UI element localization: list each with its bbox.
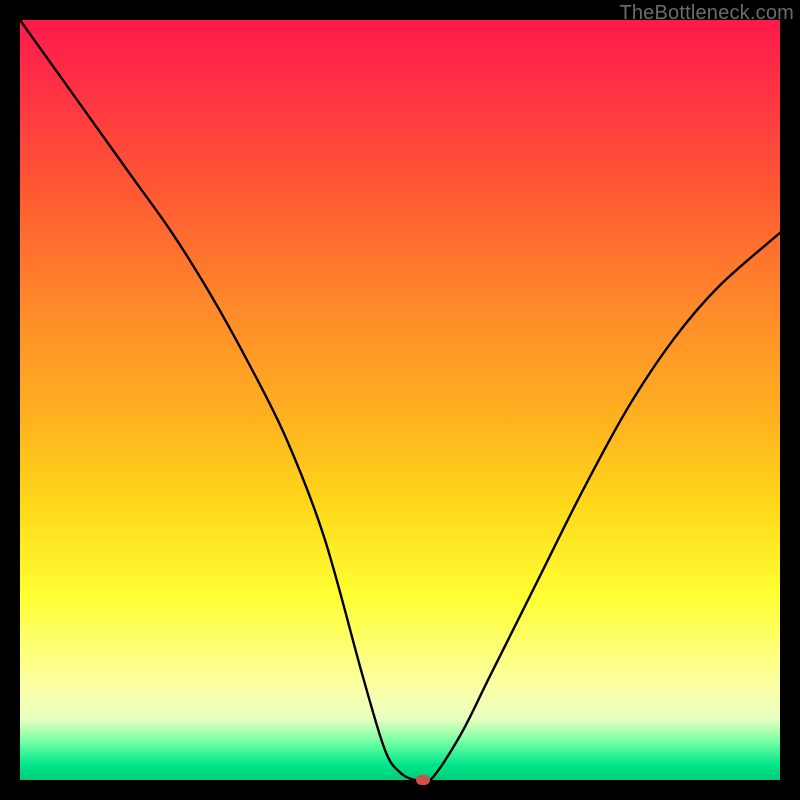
bottleneck-curve xyxy=(20,20,780,780)
watermark-text: TheBottleneck.com xyxy=(619,2,794,25)
curve-path xyxy=(20,20,780,780)
plot-area xyxy=(20,20,780,780)
chart-frame: TheBottleneck.com xyxy=(0,0,800,800)
optimum-marker xyxy=(416,775,430,785)
